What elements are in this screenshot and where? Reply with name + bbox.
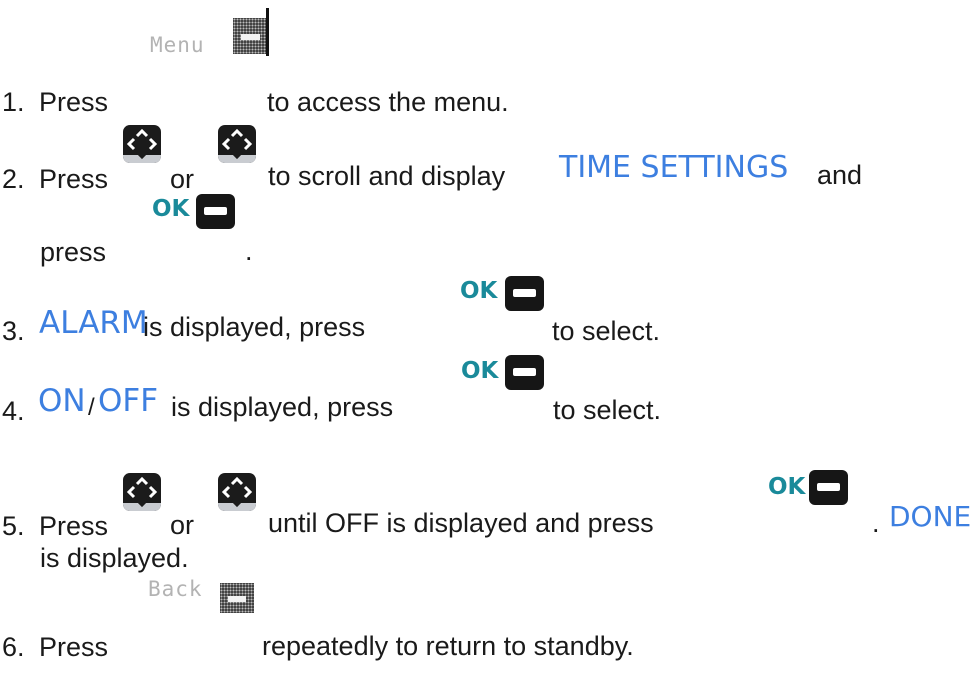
ok-label: OK [461,358,499,384]
step-2-period: . [245,236,253,266]
ok-label: OK [768,474,806,500]
step-5-number: 5. [2,511,25,541]
step-6-number: 6. [2,632,25,662]
step-2-press2: press [40,237,107,267]
step-5-press: Press [39,511,109,541]
step-4-after: to select. [553,395,662,425]
step-3-after: to select. [552,316,661,346]
ok-label: OK [460,278,498,304]
ok-key-icon [505,355,544,390]
off-label: OFF [98,383,159,419]
on-label: ON [38,383,86,419]
step-2-press: Press [39,164,109,194]
step-1-press: Press [39,87,109,117]
step-6-text: repeatedly to return to standby. [262,631,634,661]
back-key-label: Back [148,577,203,601]
step-1-text: to access the menu. [267,87,509,117]
step-1-number: 1. [2,87,25,117]
menu-softkey-icon [233,18,268,54]
step-2-number: 2. [2,164,25,194]
ok-key-icon [809,470,848,505]
nav-key-icon [123,473,161,511]
step-3-number: 3. [2,316,25,346]
step-3-text: is displayed, press [143,312,366,342]
nav-key-icon [218,125,256,163]
menu-key-label: Menu [150,33,205,57]
done-label: DONE [889,500,972,533]
step-4-text: is displayed, press [171,392,394,422]
back-softkey-icon [220,583,254,613]
step-4-number: 4. [2,396,25,426]
ok-label: OK [152,196,190,222]
step-5-period: . [872,508,880,538]
step-2-text: to scroll and display [268,161,506,191]
step-2-or: or [170,164,195,194]
nav-key-icon [218,473,256,511]
step-2-and: and [817,160,863,190]
ok-key-icon [505,276,544,311]
divider-bar [266,8,269,56]
step-5-or: or [170,510,195,540]
step-5-line2: is displayed. [40,543,189,573]
step-6-press: Press [39,632,109,662]
ok-key-icon [196,194,235,229]
step-5-text: until OFF is displayed and press [268,508,654,538]
nav-key-icon [123,125,161,163]
on-off-slash: / [88,394,95,421]
time-settings-label: TIME SETTINGS [559,150,789,185]
alarm-label: ALARM [39,305,148,341]
